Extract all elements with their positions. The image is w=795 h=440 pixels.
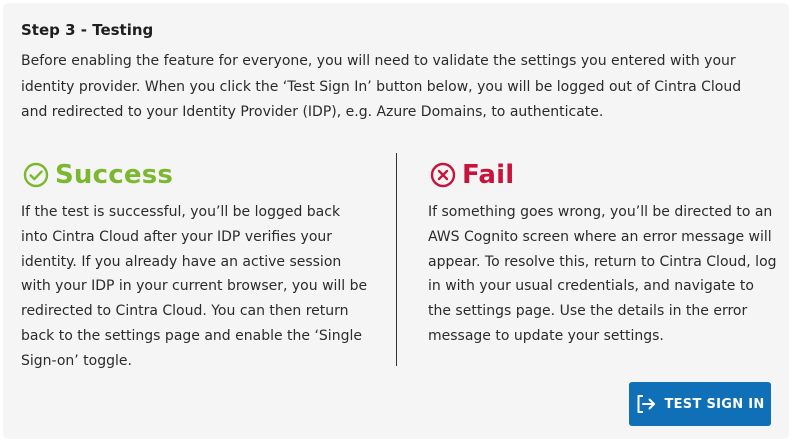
step-intro: Before enabling the feature for everyone… (21, 53, 742, 120)
fail-description: If something goes wrong, you’ll be direc… (428, 204, 777, 344)
testing-panel: Step 3 - Testing Before enabling the fea… (3, 3, 789, 439)
column-divider (396, 153, 397, 366)
test-sign-in-button[interactable]: TEST SIGN IN (629, 382, 771, 426)
fail-section: Fail If something goes wrong, you’ll be … (428, 155, 778, 349)
step-title: Step 3 - Testing (21, 21, 154, 39)
fail-heading: Fail (428, 155, 778, 195)
check-circle-icon (23, 162, 49, 188)
fail-title: Fail (462, 160, 515, 190)
success-section: Success If the test is successful, you’l… (21, 155, 371, 374)
success-heading: Success (21, 155, 371, 195)
success-description: If the test is successful, you’ll be log… (21, 204, 368, 369)
sign-in-icon (637, 395, 656, 413)
x-circle-icon (430, 162, 456, 188)
test-sign-in-label: TEST SIGN IN (664, 396, 765, 412)
success-title: Success (55, 160, 174, 190)
